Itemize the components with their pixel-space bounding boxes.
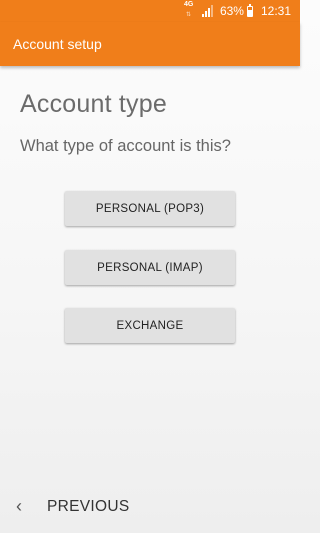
previous-label: PREVIOUS: [47, 498, 130, 515]
personal-pop3-button[interactable]: PERSONAL (POP3): [65, 191, 235, 226]
data-arrows-icon: ⇅: [185, 12, 191, 18]
battery-fill: [247, 9, 252, 16]
page-title: Account type: [20, 90, 167, 118]
network-label: 4G: [183, 1, 194, 8]
network-4g-icon: 4G ⇅: [183, 1, 198, 18]
clock: 12:31: [260, 4, 291, 18]
exchange-button[interactable]: EXCHANGE: [65, 308, 235, 343]
app-bar: Account setup: [0, 22, 300, 66]
app-title: Account setup: [13, 36, 102, 52]
page-question: What type of account is this?: [20, 137, 231, 155]
status-icons: 4G ⇅ 63% 12:31: [183, 1, 291, 19]
chevron-left-icon: ‹: [16, 496, 22, 516]
battery-percent: 63%: [219, 4, 244, 18]
signal-strength-icon: [201, 5, 214, 17]
battery-icon: [246, 3, 253, 17]
previous-button[interactable]: ‹ PREVIOUS: [0, 480, 300, 533]
personal-imap-button[interactable]: PERSONAL (IMAP): [65, 250, 235, 285]
status-bar: 4G ⇅ 63% 12:31: [0, 0, 300, 22]
